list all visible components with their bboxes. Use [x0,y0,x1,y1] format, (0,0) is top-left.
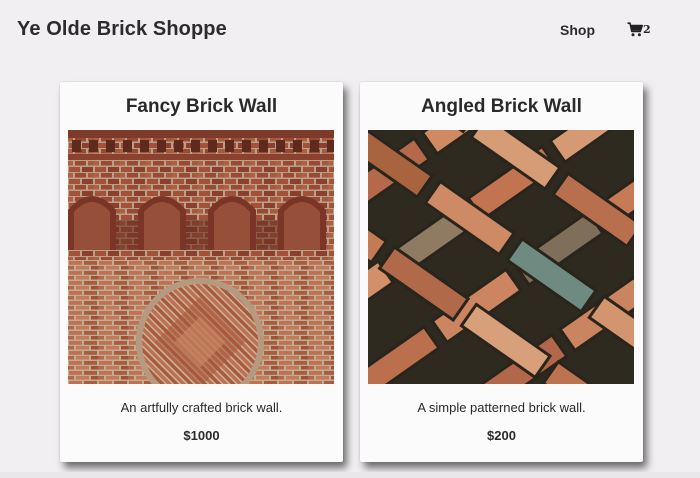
product-price: $1000 [183,428,220,443]
cart-count-badge: 2 [643,23,651,36]
site-header: Ye Olde Brick Shoppe Shop 2 [0,0,700,60]
product-title: Angled Brick Wall [421,96,582,117]
next-row-edge [0,472,700,478]
shopping-cart-icon [627,22,643,37]
cart-button[interactable]: 2 [627,22,651,37]
product-title: Fancy Brick Wall [125,96,278,117]
product-description: An artfully crafted brick wall. [120,400,283,415]
site-brand-title[interactable]: Ye Olde Brick Shoppe [17,18,227,41]
product-image-fancy-brick-wall[interactable] [68,130,334,384]
product-card-angled-brick-wall[interactable]: Angled Brick Wall A simple patterned bri… [360,82,643,462]
nav-link-shop[interactable]: Shop [560,22,595,38]
product-description: A simple patterned brick wall. [417,400,586,415]
product-image-angled-brick-wall[interactable] [368,130,634,384]
product-price: $200 [487,428,516,443]
product-card-fancy-brick-wall[interactable]: Fancy Brick Wall An artfully crafted bri… [60,82,343,462]
